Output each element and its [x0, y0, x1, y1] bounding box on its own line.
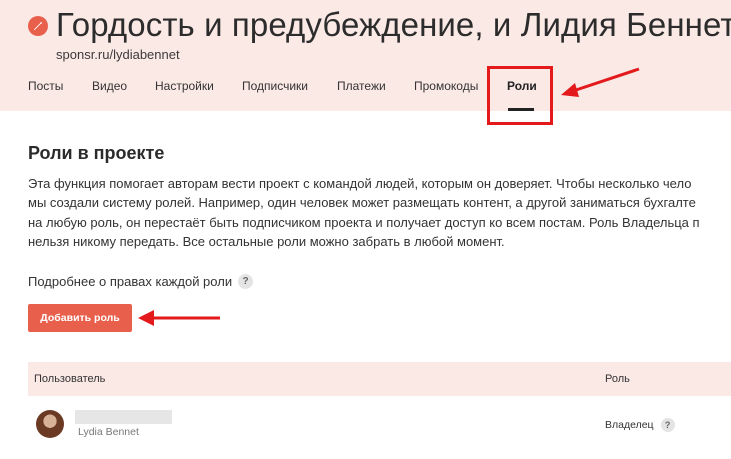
- user-name-redacted: [75, 410, 172, 424]
- roles-info-link[interactable]: Подробнее о правах каждой роли ?: [28, 274, 254, 289]
- user-display-name: Lydia Bennet: [78, 426, 139, 438]
- avatar: [36, 410, 64, 438]
- roles-info-label: Подробнее о правах каждой роли: [28, 274, 233, 289]
- question-icon[interactable]: ?: [238, 274, 254, 289]
- role-cell: Владелец ?: [605, 418, 675, 432]
- tab-posts[interactable]: Посты: [28, 79, 63, 93]
- column-role: Роль: [605, 373, 630, 385]
- role-label: Владелец: [605, 419, 654, 431]
- add-role-button[interactable]: Добавить роль: [28, 304, 132, 332]
- tab-promocodes[interactable]: Промокоды: [414, 79, 478, 93]
- section-description: Эта функция помогает авторам вести проек…: [28, 174, 731, 251]
- column-user: Пользователь: [34, 373, 106, 385]
- tab-roles[interactable]: Роли: [507, 79, 537, 93]
- tab-subscribers[interactable]: Подписчики: [242, 79, 308, 93]
- description-line: нельзя никому передать. Все остальные ро…: [28, 233, 505, 249]
- pencil-icon: [34, 21, 43, 30]
- tab-payments[interactable]: Платежи: [337, 79, 386, 93]
- active-tab-indicator: [508, 108, 534, 111]
- description-line: Эта функция помогает авторам вести проек…: [28, 176, 692, 191]
- edit-project-button[interactable]: [28, 16, 48, 36]
- tab-settings[interactable]: Настройки: [155, 79, 214, 93]
- project-header: Гордость и предубеждение, и Лидия Беннет…: [0, 0, 731, 111]
- table-row: Lydia Bennet Владелец ?: [28, 396, 731, 446]
- section-title: Роли в проекте: [28, 143, 165, 163]
- description-line: на любую роль, он перестаёт быть подписч…: [28, 214, 700, 230]
- description-line: мы создали систему ролей. Например, один…: [28, 195, 696, 211]
- annotation-arrow-button: [138, 310, 220, 326]
- project-title: Гордость и предубеждение, и Лидия Беннет: [56, 6, 731, 43]
- project-url[interactable]: sponsr.ru/lydiabennet: [56, 47, 180, 62]
- roles-table-header: Пользователь Роль: [28, 362, 731, 396]
- question-icon[interactable]: ?: [660, 418, 675, 432]
- tab-video[interactable]: Видео: [92, 79, 127, 93]
